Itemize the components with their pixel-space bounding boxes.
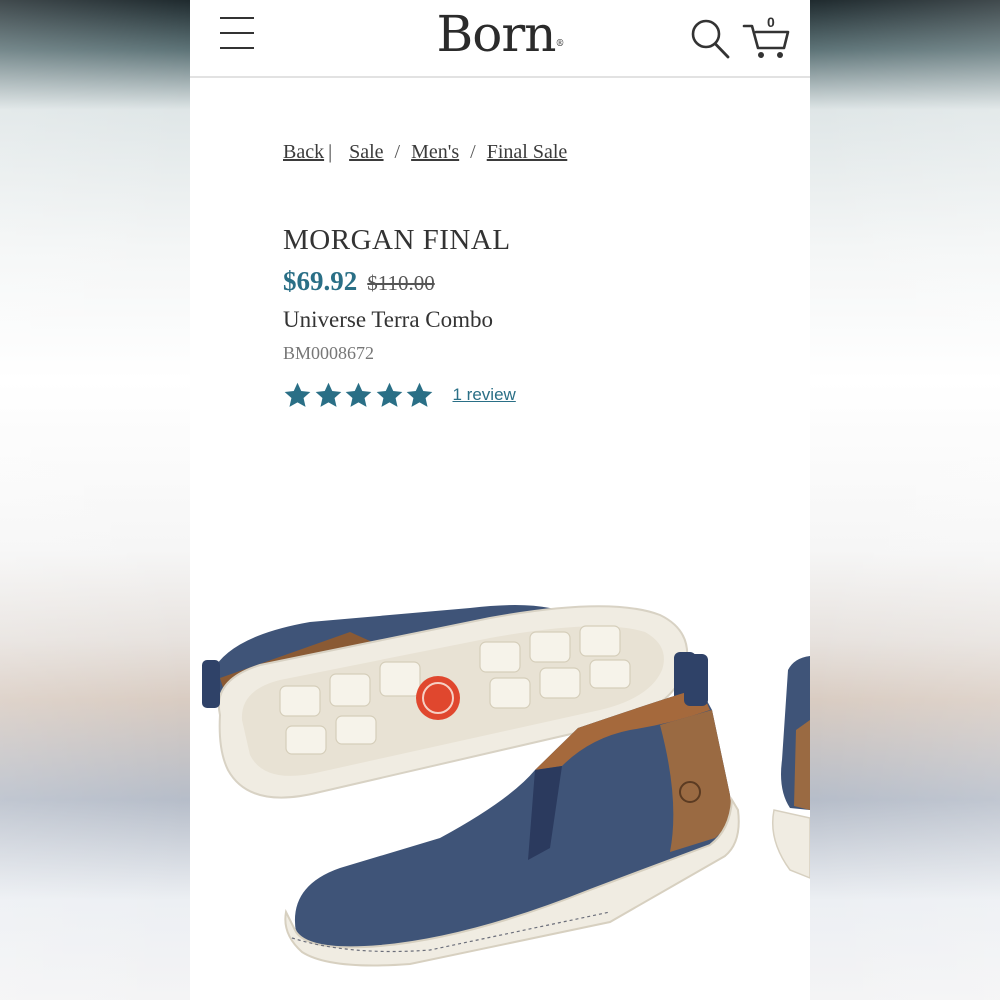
site-header: Born® 0 [190,0,810,78]
star-icon [284,382,311,407]
breadcrumb-item-final-sale[interactable]: Final Sale [487,141,568,163]
background-right [810,0,1000,1000]
search-icon[interactable] [690,18,730,60]
hamburger-menu-icon[interactable] [220,17,254,49]
mobile-page: Born® 0 Back | Sale / Men's / Final Sale … [190,0,810,1000]
cart-count-badge: 0 [767,14,775,30]
brand-logo[interactable]: Born® [420,4,580,64]
sale-price: $69.92 [283,266,358,296]
review-link[interactable]: 1 review [453,385,516,405]
background-left [0,0,190,1000]
breadcrumb-separator: | [328,141,333,163]
back-link[interactable]: Back [283,141,324,163]
breadcrumb: Back | Sale / Men's / Final Sale [283,141,567,164]
star-icon [315,382,341,407]
price-row: $69.92 $110.00 [283,266,435,297]
product-image[interactable] [190,560,810,1000]
breadcrumb-divider: / [470,141,476,163]
breadcrumb-item-sale[interactable]: Sale [349,141,383,163]
cart-icon[interactable] [742,12,790,60]
breadcrumb-divider: / [394,141,401,163]
product-color: Universe Terra Combo [283,307,494,332]
star-icon [376,382,402,407]
star-icon [406,382,433,407]
star-icon [345,382,372,407]
star-rating[interactable]: 1 review [283,380,516,410]
product-sku: BM0008672 [283,343,375,363]
breadcrumb-item-mens[interactable]: Men's [411,141,459,163]
original-price: $110.00 [367,271,435,295]
product-title: MORGAN FINAL [283,224,511,256]
shoe-partial-right [771,656,810,879]
brand-name: Born [436,5,557,63]
